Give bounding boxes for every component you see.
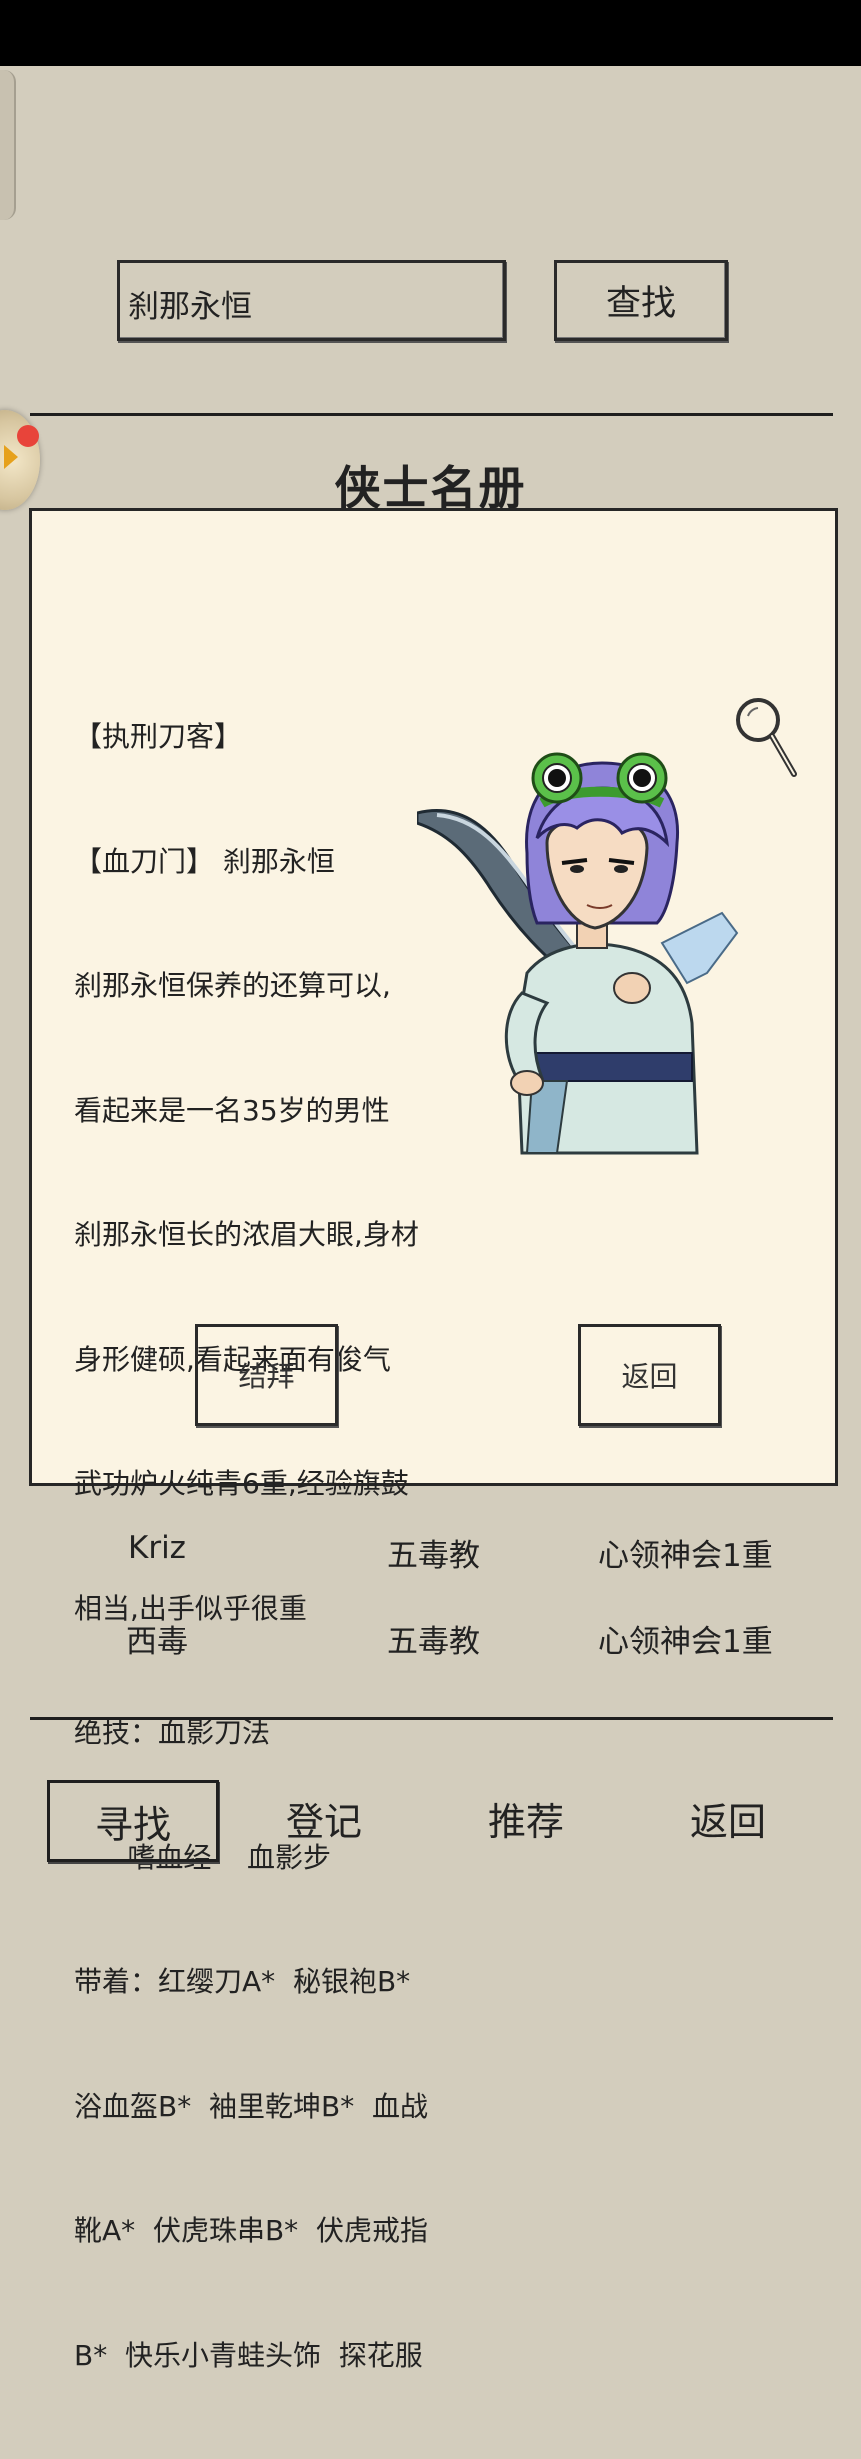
status-bar — [0, 0, 861, 66]
profile-line: B* 快乐小青蛙头饰 探花服 — [74, 2338, 423, 2372]
profile-line: 刹那永恒保养的还算可以, — [74, 969, 391, 1002]
list-item-sect: 五毒教 — [387, 1624, 480, 1660]
tab-search[interactable]: 寻找 — [47, 1780, 219, 1862]
divider-bottom — [30, 1717, 833, 1720]
divider-top — [30, 413, 833, 416]
profile-line: 武功炉火纯青6重,经验旗鼓 — [74, 1467, 409, 1500]
profile-line: 刹那永恒长的浓眉大眼,身材 — [74, 1218, 419, 1251]
character-portrait — [417, 752, 739, 1155]
card-back-button[interactable]: 返回 — [578, 1324, 721, 1426]
search-input-value: 刹那永恒 — [128, 289, 252, 325]
profile-line: 【执刑刀客】 — [74, 720, 243, 753]
list-item-sect: 五毒教 — [387, 1538, 480, 1574]
notification-dot — [17, 425, 39, 447]
befriend-button[interactable]: 结拜 — [195, 1324, 338, 1426]
profile-line: 浴血盔B* 袖里乾坤B* 血战 — [74, 2089, 429, 2123]
list-item-name[interactable]: Kriz — [128, 1530, 186, 1566]
list-item-skill: 心领神会1重 — [598, 1538, 773, 1574]
list-item-name[interactable]: 西毒 — [126, 1616, 188, 1661]
profile-line: 带着：红缨刀A* 秘银袍B* — [74, 1965, 411, 1998]
tab-recommend[interactable]: 推荐 — [466, 1780, 586, 1856]
left-edge-tab[interactable] — [0, 70, 16, 220]
search-button[interactable]: 查找 — [554, 260, 728, 341]
tab-back[interactable]: 返回 — [668, 1780, 788, 1856]
list-item-skill: 心领神会1重 — [598, 1624, 773, 1660]
profile-card: 【执刑刀客】 【血刀门】 刹那永恒 刹那永恒保养的还算可以, 看起来是一名35岁… — [29, 508, 838, 2372]
profile-line: 【血刀门】 刹那永恒 — [74, 844, 335, 878]
tab-register[interactable]: 登记 — [264, 1780, 384, 1856]
profile-line: 看起来是一名35岁的男性 — [74, 1093, 390, 1127]
search-input[interactable]: 刹那永恒 — [117, 260, 506, 341]
profile-line: 靴A* 伏虎珠串B* 伏虎戒指 — [74, 2214, 428, 2247]
